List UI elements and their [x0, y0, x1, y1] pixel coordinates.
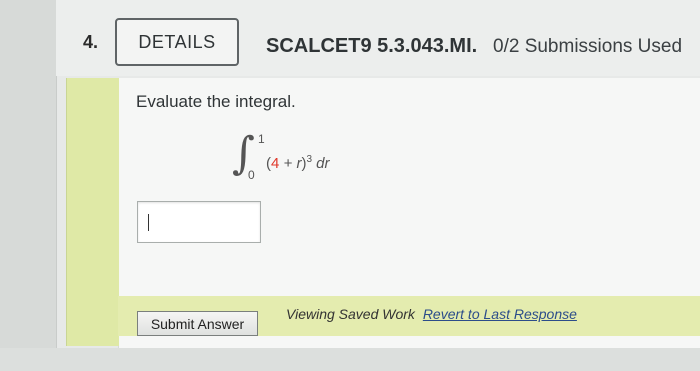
text-cursor: [148, 214, 149, 231]
details-button[interactable]: DETAILS: [115, 18, 239, 66]
integral-upper-limit: 1: [258, 132, 265, 146]
status-indicator-bar: [66, 78, 119, 346]
integral-expression: ∫ 1 0 (4 + r)3 dr: [228, 128, 388, 194]
question-number: 4.: [83, 32, 99, 52]
saved-work-status: Viewing Saved Work Revert to Last Respon…: [286, 306, 577, 322]
integrand-plus-r: + r: [279, 155, 302, 172]
revert-to-last-response-link[interactable]: Revert to Last Response: [423, 306, 577, 322]
left-margin: [0, 0, 57, 371]
problem-code: SCALCET9 5.3.043.MI.: [266, 35, 478, 57]
integral-lower-limit: 0: [248, 168, 255, 182]
integrand: (4 + r)3 dr: [266, 154, 330, 172]
submissions-count: 0/2 Submissions Used: [493, 36, 683, 57]
viewing-saved-work-text: Viewing Saved Work: [286, 306, 415, 322]
integrand-differential: dr: [312, 155, 330, 172]
submit-answer-button[interactable]: Submit Answer: [137, 311, 258, 336]
bottom-margin: [0, 348, 700, 371]
details-button-label: DETAILS: [138, 31, 216, 52]
answer-input[interactable]: [137, 201, 261, 243]
problem-prompt: Evaluate the integral.: [136, 92, 296, 111]
